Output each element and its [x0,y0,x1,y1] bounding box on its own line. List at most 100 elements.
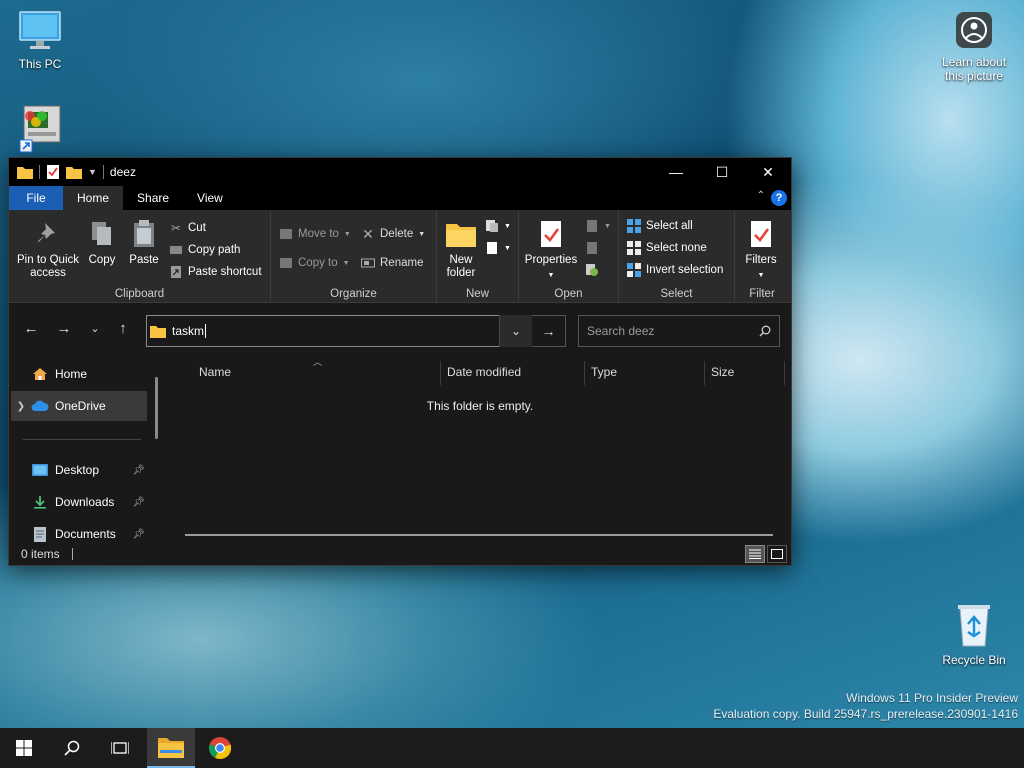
history-button[interactable] [585,260,599,280]
file-explorer-window: ▼ deez — ☐ ✕ File Home Share View ⌃ ? Pi… [8,157,792,566]
open-button[interactable]: ▼ [585,216,611,236]
rename-button[interactable]: Rename [361,253,423,273]
chevron-right-icon[interactable]: ❯ [11,401,31,412]
edit-button[interactable] [585,238,599,258]
go-button[interactable]: → [532,315,566,347]
chevron-down-icon: ▼ [342,259,350,267]
address-input[interactable]: taskm [146,315,532,347]
collapse-ribbon-icon[interactable]: ⌃ [757,190,765,201]
nav-item-downloads[interactable]: Downloads 📌︎ [11,487,147,517]
column-divider[interactable] [784,361,785,385]
column-header-name[interactable]: Name [199,357,439,387]
copy-button[interactable]: Copy [85,218,119,267]
new-folder-button[interactable]: New folder [441,218,481,280]
properties-button[interactable]: Properties ▼ [523,218,579,282]
tab-home[interactable]: Home [63,186,124,210]
chrome-taskbar-button[interactable] [196,728,244,768]
close-button[interactable]: ✕ [745,158,791,186]
new-folder-quick-icon[interactable] [66,165,82,179]
title-separator [102,165,104,179]
desktop-icon-this-pc[interactable]: This PC [0,10,80,71]
ribbon: Pin to Quick access Copy Paste ✂ Cut Cop… [9,210,791,303]
cloud-icon [31,398,49,414]
quick-access-dropdown-icon[interactable]: ▼ [88,167,97,177]
cut-button[interactable]: ✂ Cut [169,218,206,238]
forward-button[interactable]: → [54,320,74,337]
empty-folder-message: This folder is empty. [426,399,534,413]
watermark-line-2: Evaluation copy. Build 25947.rs_prerelea… [713,707,1018,721]
desktop-icon-label: Learn about this picture [941,55,1007,83]
address-value: taskm [172,323,205,338]
column-divider[interactable] [704,361,705,385]
search-input[interactable]: Search deez [578,315,780,347]
column-header-date-modified[interactable]: Date modified [447,357,583,387]
desktop-icon-learn-about-picture[interactable]: Learn about this picture [934,10,1014,83]
filters-button[interactable]: Filters ▼ [741,218,781,282]
nav-divider [23,439,141,440]
pin-to-quick-access-button[interactable]: Pin to Quick access [15,218,81,280]
pin-icon[interactable]: 📌︎ [132,465,145,476]
help-icon[interactable]: ? [771,190,787,206]
edit-icon [585,241,599,255]
properties-quick-icon[interactable] [46,164,60,180]
select-none-button[interactable]: Select none [627,238,707,258]
address-text: taskm [172,323,207,339]
task-view-button[interactable] [96,728,144,768]
nav-item-onedrive[interactable]: ❯ OneDrive [11,391,147,421]
delete-button[interactable]: ✕ Delete ▼ [361,224,425,244]
address-dropdown-button[interactable]: ⌄ [499,315,532,347]
search-taskbar-button[interactable] [48,728,96,768]
pin-icon[interactable]: 📌︎ [132,497,145,508]
group-label-organize: Organize [330,288,377,300]
nav-item-home[interactable]: Home [11,359,147,389]
nav-scrollbar[interactable] [155,377,158,439]
group-label-select: Select [660,288,693,300]
select-all-button[interactable]: Select all [627,216,693,236]
pin-icon[interactable]: 📌︎ [132,529,145,540]
windows-logo-icon [16,740,32,756]
column-header-type[interactable]: Type [591,357,703,387]
recent-locations-button[interactable]: ⌄ [85,322,105,335]
column-header-size[interactable]: Size [711,357,781,387]
column-divider[interactable] [440,361,441,385]
minimize-button[interactable]: — [653,158,699,186]
chevron-down-icon: ⌄ [510,324,522,338]
program-shortcut-icon [19,105,61,153]
invert-selection-button[interactable]: Invert selection [627,260,723,280]
history-icon [585,263,599,277]
horizontal-scrollbar[interactable] [185,534,773,536]
ribbon-group-organize: Move to ▼ Copy to ▼ ✕ Delete ▼ Rename Or… [271,210,437,303]
copy-to-button[interactable]: Copy to ▼ [279,253,350,273]
column-divider[interactable] [584,361,585,385]
copy-to-label: Copy to [298,257,338,269]
download-arrow-icon [31,494,49,510]
paste-shortcut-button[interactable]: Paste shortcut [169,262,262,282]
nav-item-label: OneDrive [55,399,106,413]
select-none-label: Select none [646,242,707,254]
paste-button[interactable]: Paste [126,218,162,267]
tab-share[interactable]: Share [123,186,183,210]
large-icons-view-button[interactable] [767,545,787,563]
title-bar[interactable]: ▼ deez — ☐ ✕ [9,158,791,186]
paste-shortcut-icon [169,265,183,279]
start-button[interactable] [0,728,48,768]
copy-path-button[interactable]: Copy path [169,240,240,260]
chevron-down-icon: ▼ [757,272,765,279]
desktop-icon-recycle-bin[interactable]: Recycle Bin [934,602,1014,667]
copy-path-icon [169,243,183,257]
up-button[interactable]: ↑ [113,320,133,337]
group-label-filter: Filter [749,288,775,300]
nav-item-desktop[interactable]: Desktop 📌︎ [11,455,147,485]
details-view-button[interactable] [745,545,765,563]
tab-file[interactable]: File [9,186,63,210]
desktop-icon-program-shortcut[interactable] [0,104,80,157]
file-explorer-taskbar-button[interactable] [147,728,195,768]
maximize-button[interactable]: ☐ [699,158,745,186]
new-item-button[interactable]: ▼ [485,216,511,236]
tab-view[interactable]: View [183,186,237,210]
group-label-open: Open [554,288,583,300]
chevron-down-icon: ▼ [604,222,611,230]
back-button[interactable]: ← [21,320,41,337]
easy-access-button[interactable]: ▼ [485,238,511,258]
move-to-button[interactable]: Move to ▼ [279,224,351,244]
